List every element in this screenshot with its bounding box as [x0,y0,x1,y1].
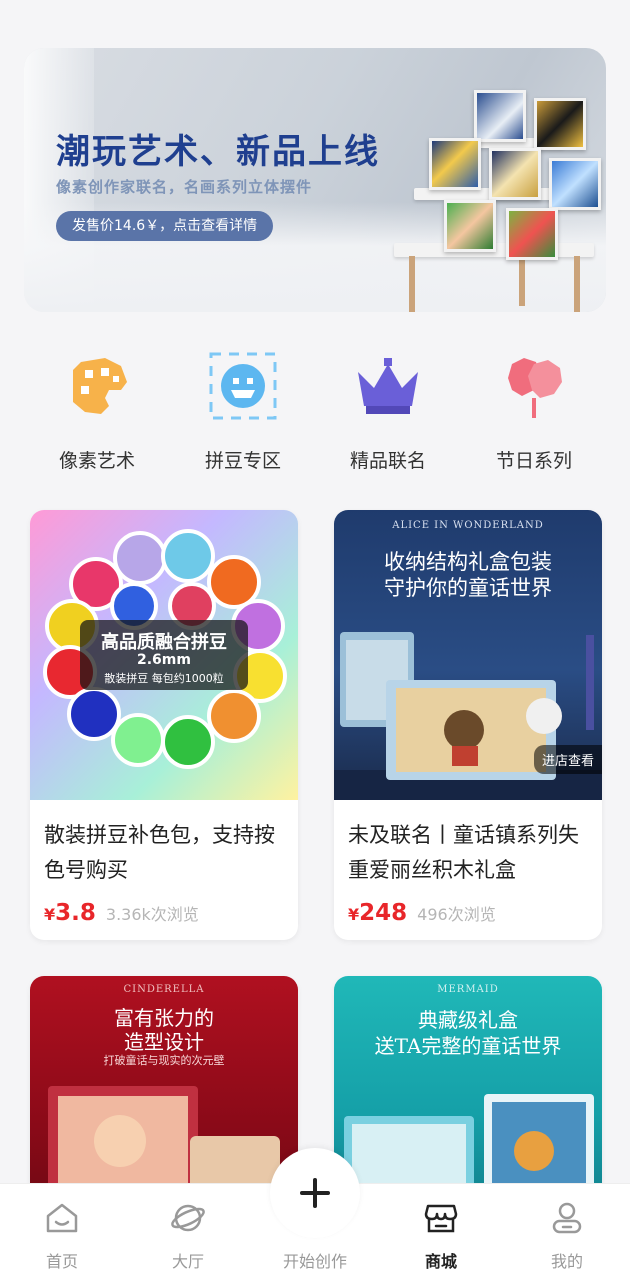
nav-create[interactable]: 开始创作 [270,1240,360,1272]
banner-title: 潮玩艺术、新品上线 [56,132,380,172]
create-button[interactable] [270,1148,360,1238]
image-line-2: 守护你的童话世界 [384,576,552,600]
category-festival[interactable]: 节日系列 [474,350,594,473]
product-image: ALICE IN WONDERLAND 收纳结构礼盒包装 守护你的童话世界 进店… [334,510,602,800]
category-collab[interactable]: 精品联名 [328,350,448,473]
balloon-icon [498,350,570,422]
image-brand: MERMAID [437,984,499,995]
banner-details-button[interactable]: 发售价14.6￥，点击查看详情 [56,211,274,241]
image-size: 2.6mm [137,652,191,668]
category-label: 拼豆专区 [204,450,281,472]
image-line-2: 送TA完整的童话世界 [374,1034,562,1058]
product-name: 未及联名丨童话镇系列失重爱丽丝积木礼盒 [348,823,579,882]
planet-icon [171,1204,205,1232]
store-icon [424,1204,458,1233]
nav-store[interactable]: 商城 [396,1200,486,1272]
image-line-3: 打破童话与现实的次元壁 [103,1054,225,1067]
nav-label: 开始创作 [282,1252,347,1271]
smiley-icon [207,350,279,422]
home-icon [46,1203,78,1233]
view-count: 3.36k次浏览 [105,905,199,924]
category-label: 节日系列 [495,450,572,472]
nav-hall[interactable]: 大厅 [143,1200,233,1272]
crown-icon [352,350,424,422]
product-price: 248 [359,900,408,926]
nav-label: 商城 [424,1252,457,1271]
nav-home[interactable]: 首页 [17,1200,107,1272]
category-label: 精品联名 [349,450,426,472]
category-bead-zone[interactable]: 拼豆专区 [183,350,303,473]
price-symbol: ¥ [44,905,56,924]
image-title: 高品质融合拼豆 [101,632,227,653]
image-line-2: 造型设计 [124,1030,204,1054]
image-brand: ALICE IN WONDERLAND [392,520,544,531]
image-brand: CINDERELLA [123,984,205,995]
nav-label: 首页 [45,1252,78,1271]
nav-label: 我的 [550,1252,583,1271]
product-price: 3.8 [55,900,96,926]
image-line-1: 典藏级礼盒 [418,1008,518,1032]
image-note: 散装拼豆 每包约1000粒 [104,672,224,685]
product-name: 散装拼豆补色包，支持按色号购买 [44,823,275,882]
promo-banner[interactable]: 潮玩艺术、新品上线 像素创作家联名，名画系列立体摆件 发售价14.6￥，点击查看… [24,48,606,312]
product-image: 高品质融合拼豆 2.6mm 散装拼豆 每包约1000粒 [30,510,298,800]
category-label: 像素艺术 [58,450,135,472]
price-symbol: ¥ [348,905,360,924]
category-row: 像素艺术 拼豆专区 精品联名 节日系列 [0,350,630,480]
category-pixel-art[interactable]: 像素艺术 [37,350,157,473]
banner-subtitle: 像素创作家联名，名画系列立体摆件 [56,178,313,196]
view-count: 496次浏览 [417,905,496,924]
user-icon [552,1202,582,1234]
product-meta: ¥ 3.8 3.36k次浏览 [30,890,298,940]
palette-icon [61,350,133,422]
visit-store-tag[interactable]: 进店查看 [533,745,602,774]
pixel-art-display-image [384,88,604,312]
product-card[interactable]: ALICE IN WONDERLAND 收纳结构礼盒包装 守护你的童话世界 进店… [334,510,602,940]
nav-profile[interactable]: 我的 [522,1200,612,1272]
product-card[interactable]: 高品质融合拼豆 2.6mm 散装拼豆 每包约1000粒 散装拼豆补色包，支持按色… [30,510,298,940]
nav-label: 大厅 [171,1252,204,1271]
product-meta: ¥ 248 496次浏览 [334,890,602,940]
